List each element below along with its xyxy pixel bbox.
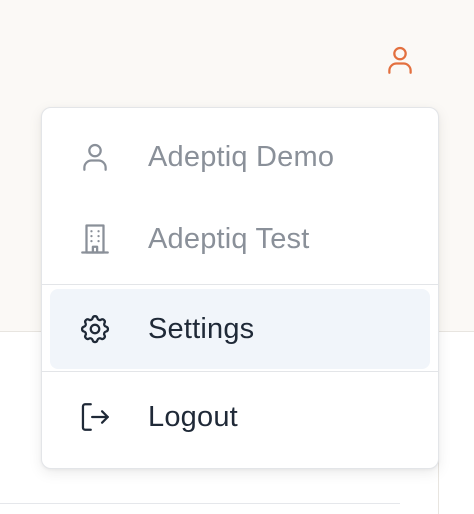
gear-icon <box>78 309 118 349</box>
menu-item-label: Adeptiq Test <box>148 222 310 255</box>
menu-separator <box>42 371 438 372</box>
user-dropdown-menu: Adeptiq Demo Adeptiq Test Settings Logou… <box>41 107 439 469</box>
building-icon <box>78 219 118 259</box>
logout-icon <box>78 397 118 437</box>
user-menu-button[interactable] <box>380 42 420 82</box>
menu-item-label: Logout <box>148 400 238 433</box>
menu-item-logout[interactable]: Logout <box>50 376 430 458</box>
menu-item-account-test[interactable]: Adeptiq Test <box>50 196 430 282</box>
menu-item-label: Settings <box>148 312 255 345</box>
user-icon <box>383 43 417 82</box>
menu-item-label: Adeptiq Demo <box>148 140 335 173</box>
menu-item-settings[interactable]: Settings <box>50 289 430 369</box>
menu-item-account-demo[interactable]: Adeptiq Demo <box>50 118 430 196</box>
background-divider <box>0 503 400 504</box>
menu-separator <box>42 284 438 285</box>
user-icon <box>78 137 118 177</box>
